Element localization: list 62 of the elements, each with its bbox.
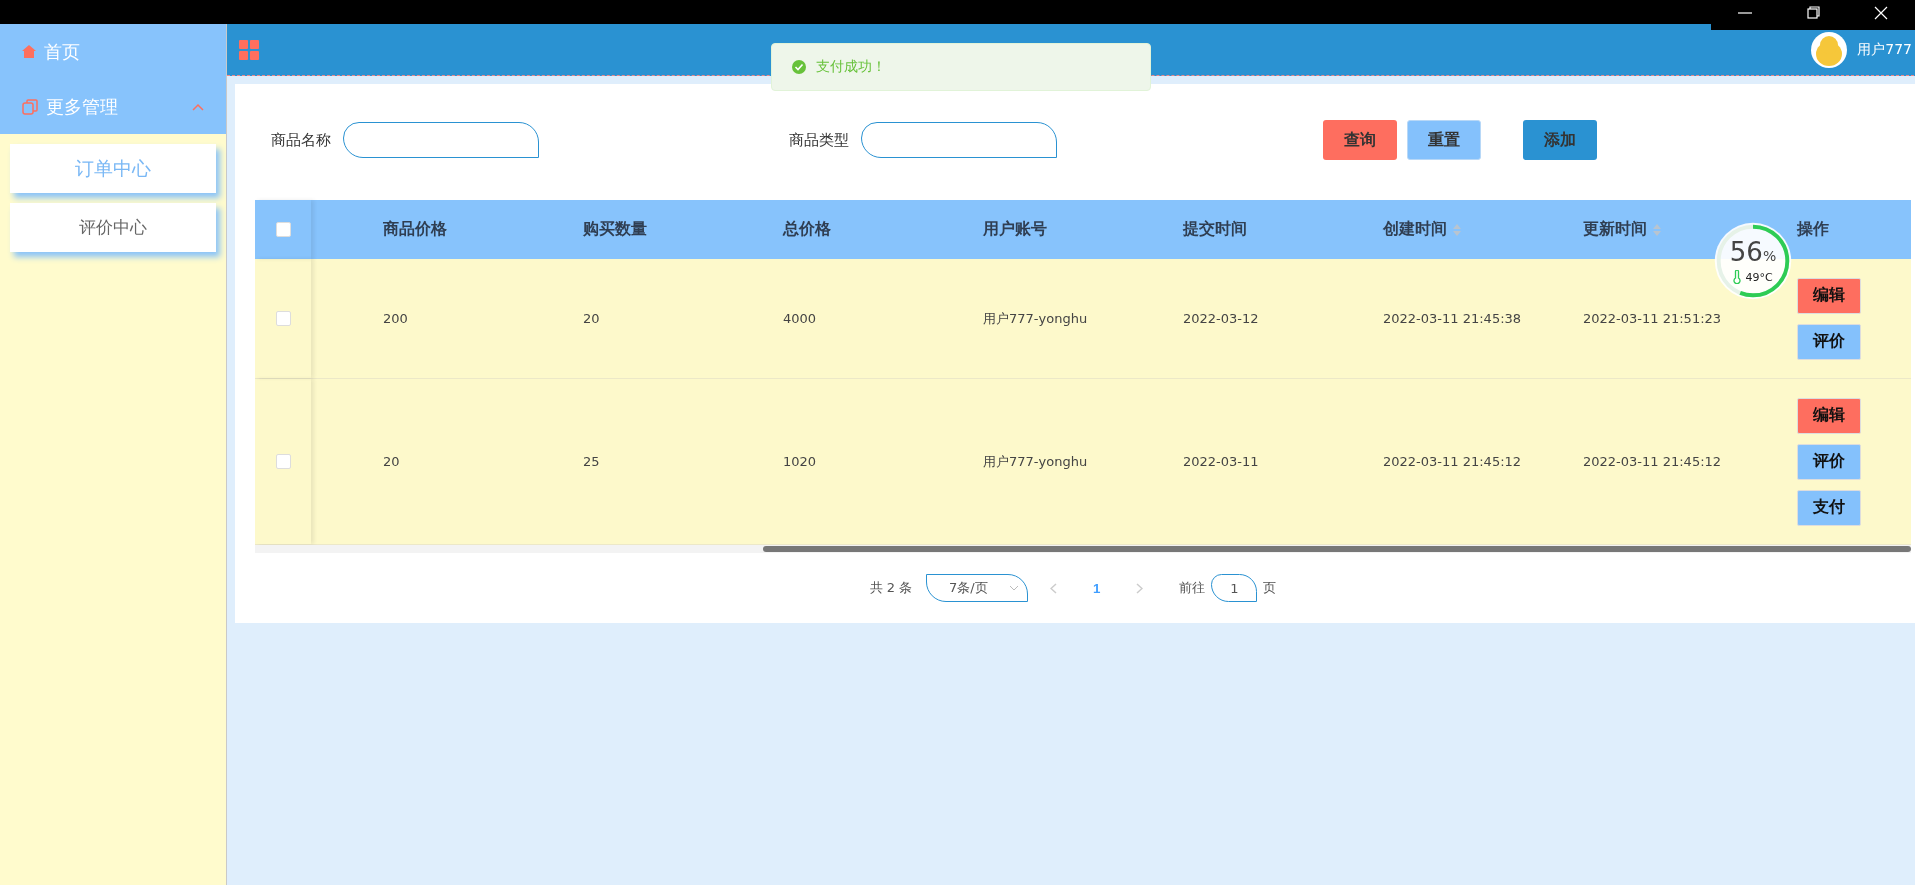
checkbox[interactable]: [275, 454, 291, 469]
grid-icon[interactable]: [239, 39, 259, 60]
page-suffix: 页: [1263, 579, 1277, 597]
action-button[interactable]: 评价: [1797, 443, 1861, 480]
field-label: 商品名称: [271, 130, 331, 150]
table-cell: 20: [583, 311, 600, 326]
submenu-item[interactable]: 评价中心: [10, 203, 216, 252]
column-header: 操作: [1797, 219, 1829, 240]
next-icon[interactable]: [1136, 582, 1144, 594]
search-field[interactable]: [343, 122, 539, 158]
query-button[interactable]: 查询: [1323, 120, 1397, 160]
checkbox[interactable]: [275, 222, 291, 237]
temperature: 49°C: [1745, 270, 1773, 284]
avatar-icon[interactable]: [1811, 31, 1848, 68]
column-header: 用户账号: [983, 219, 1047, 240]
action-button[interactable]: 支付: [1797, 489, 1861, 526]
close-icon[interactable]: [1872, 6, 1890, 20]
total-count: 共 2 条: [869, 579, 913, 597]
table-cell: 2022-03-11 21:45:12: [1383, 454, 1522, 469]
table-cell: 25: [583, 454, 600, 469]
edit-button[interactable]: 编辑: [1797, 277, 1861, 314]
action-button[interactable]: 评价: [1797, 323, 1861, 360]
table-cell: 2022-03-12: [1183, 311, 1259, 326]
copy-icon: [22, 98, 38, 115]
prev-icon[interactable]: [1050, 582, 1058, 594]
thermometer-icon: [1733, 270, 1742, 284]
page-input[interactable]: 1: [1211, 574, 1258, 602]
usage-percent: 56%: [1729, 238, 1777, 269]
table-cell: 4000: [783, 311, 817, 326]
search-field[interactable]: [861, 122, 1057, 158]
check-circle-icon: [792, 60, 806, 74]
chevron-icon[interactable]: [1009, 585, 1020, 591]
column-header: 创建时间: [1383, 219, 1447, 240]
toast-message: 支付成功！: [816, 58, 886, 76]
sort-icon[interactable]: [1653, 223, 1661, 236]
table-cell: 2022-03-11 21:45:38: [1383, 311, 1522, 326]
column-header: 购买数量: [583, 219, 647, 240]
table-cell: 200: [383, 311, 408, 326]
edit-button[interactable]: 编辑: [1797, 397, 1861, 434]
sort-icon[interactable]: [1453, 223, 1461, 236]
column-header: 更新时间: [1583, 219, 1647, 240]
table-cell: 用户777-yonghu: [983, 452, 1088, 471]
table-cell: 用户777-yonghu: [983, 309, 1088, 328]
add-button[interactable]: 添加: [1523, 120, 1597, 160]
checkbox[interactable]: [275, 311, 291, 326]
goto-label: 前往: [1179, 579, 1206, 597]
scrollbar[interactable]: [255, 545, 1911, 553]
table-cell: 1020: [783, 454, 817, 469]
table-cell: 2022-03-11 21:51:23: [1583, 311, 1722, 326]
column-header: 提交时间: [1183, 219, 1247, 240]
table-cell: 2022-03-11: [1183, 454, 1259, 469]
column-header: 商品价格: [383, 219, 447, 240]
field-label: 商品类型: [789, 130, 849, 150]
page-size-select[interactable]: 7条/页: [926, 574, 1029, 602]
home-icon: [22, 45, 36, 58]
table-cell: 2022-03-11 21:45:12: [1583, 454, 1722, 469]
restore-icon[interactable]: [1804, 6, 1822, 20]
reset-button[interactable]: 重置: [1407, 120, 1481, 160]
user-name[interactable]: 用户777: [1857, 40, 1912, 59]
table-cell: 20: [383, 454, 400, 469]
column-header: 总价格: [783, 219, 831, 240]
cpu-gauge[interactable]: 56% 49°C: [1714, 222, 1792, 300]
